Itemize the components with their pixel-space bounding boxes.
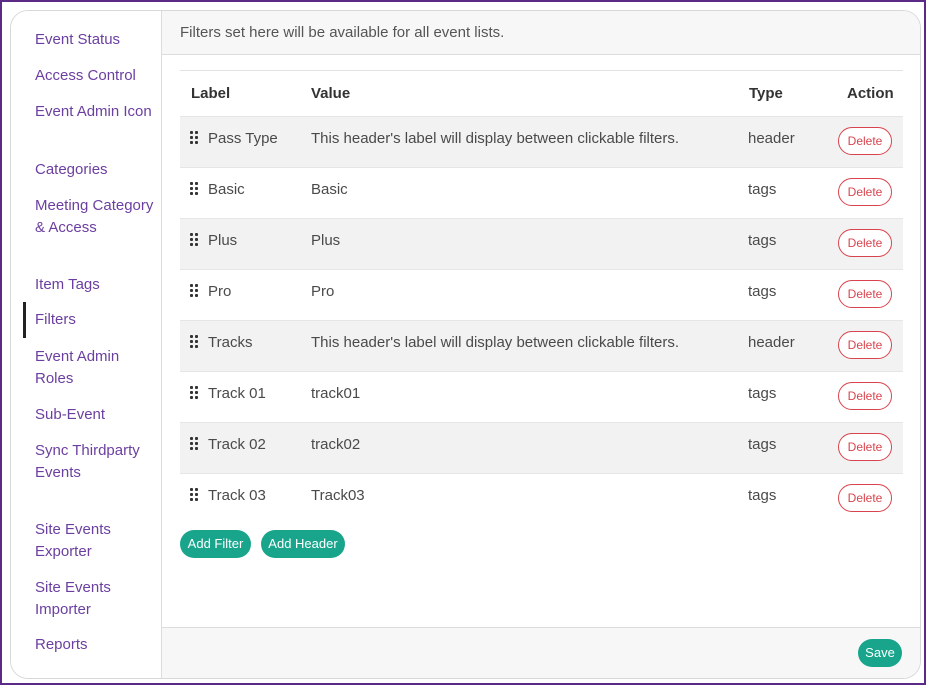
delete-button[interactable]: Delete [838,484,892,512]
row-label: Track 01 [208,385,266,402]
delete-button[interactable]: Delete [838,229,892,257]
sidebar-item-site-events-exporter[interactable]: Site Events Exporter [23,519,159,563]
table-row: Pass Type This header's label will displ… [180,116,903,167]
sidebar-item-sync-thirdparty-events[interactable]: Sync Thirdparty Events [23,440,159,484]
row-label: Pass Type [208,130,278,147]
settings-panel: Event Status Access Control Event Admin … [10,10,921,679]
row-value: track01 [311,385,361,402]
row-type: tags [748,487,777,504]
row-label: Track 02 [208,436,266,453]
sidebar-item-site-events-importer[interactable]: Site Events Importer [23,577,159,621]
drag-handle-icon[interactable] [190,386,200,400]
table-row: Track 03 Track03 tags Delete [180,473,903,524]
sidebar-item-access-control[interactable]: Access Control [23,65,159,87]
sidebar-item-sub-event[interactable]: Sub-Event [23,404,159,426]
row-value: track02 [311,436,361,453]
table-row: Track 01 track01 tags Delete [180,371,903,422]
row-value: Track03 [311,487,365,504]
sidebar-item-event-admin-icon[interactable]: Event Admin Icon [23,101,159,123]
sidebar-item-event-status[interactable]: Event Status [23,29,159,51]
row-type: tags [748,436,777,453]
row-label: Track 03 [208,487,266,504]
table-row: Basic Basic tags Delete [180,167,903,218]
window-frame: Event Status Access Control Event Admin … [0,0,926,685]
filters-content: Filters set here will be available for a… [162,11,920,678]
sidebar-item-filters[interactable]: Filters [23,302,159,338]
row-value: Plus [311,232,341,249]
delete-button[interactable]: Delete [838,331,892,359]
sidebar-item-meeting-category-access[interactable]: Meeting Category & Access [23,195,159,239]
footer-bar: Save [162,627,920,678]
drag-handle-icon[interactable] [190,437,200,451]
row-type: tags [748,283,777,300]
row-value: Pro [311,283,335,300]
sidebar-item-event-admin-roles[interactable]: Event Admin Roles [23,346,159,390]
row-label: Pro [208,283,232,300]
drag-handle-icon[interactable] [190,284,200,298]
save-button[interactable]: Save [858,639,902,667]
table-row: Track 02 track02 tags Delete [180,422,903,473]
add-header-button[interactable]: Add Header [261,530,345,558]
column-header-type: Type [749,85,783,102]
drag-handle-icon[interactable] [190,131,200,145]
drag-handle-icon[interactable] [190,335,200,349]
table-row: Plus Plus tags Delete [180,218,903,269]
drag-handle-icon[interactable] [190,182,200,196]
drag-handle-icon[interactable] [190,488,200,502]
row-type: tags [748,385,777,402]
delete-button[interactable]: Delete [838,127,892,155]
row-type: tags [748,232,777,249]
column-header-label: Label [191,85,231,102]
row-value: This header's label will display between… [311,334,680,351]
delete-button[interactable]: Delete [838,382,892,410]
sidebar-item-reports[interactable]: Reports [23,634,159,656]
sidebar: Event Status Access Control Event Admin … [11,11,162,678]
info-banner: Filters set here will be available for a… [162,11,920,55]
filters-table: Label Value Type Action Pass Type This h… [180,70,903,524]
row-value: Basic [311,181,348,198]
delete-button[interactable]: Delete [838,280,892,308]
row-label: Tracks [208,334,253,351]
sidebar-item-categories[interactable]: Categories [23,159,159,181]
row-value: This header's label will display between… [311,130,680,147]
column-header-value: Value [311,85,351,102]
table-header: Label Value Type Action [180,71,903,116]
delete-button[interactable]: Delete [838,178,892,206]
delete-button[interactable]: Delete [838,433,892,461]
add-filter-button[interactable]: Add Filter [180,530,251,558]
row-label: Basic [208,181,245,198]
table-row: Pro Pro tags Delete [180,269,903,320]
row-label: Plus [208,232,238,249]
drag-handle-icon[interactable] [190,233,200,247]
row-type: header [748,130,795,147]
column-header-action: Action [847,85,894,102]
row-type: tags [748,181,777,198]
table-row: Tracks This header's label will display … [180,320,903,371]
sidebar-item-item-tags[interactable]: Item Tags [23,274,159,296]
row-type: header [748,334,795,351]
